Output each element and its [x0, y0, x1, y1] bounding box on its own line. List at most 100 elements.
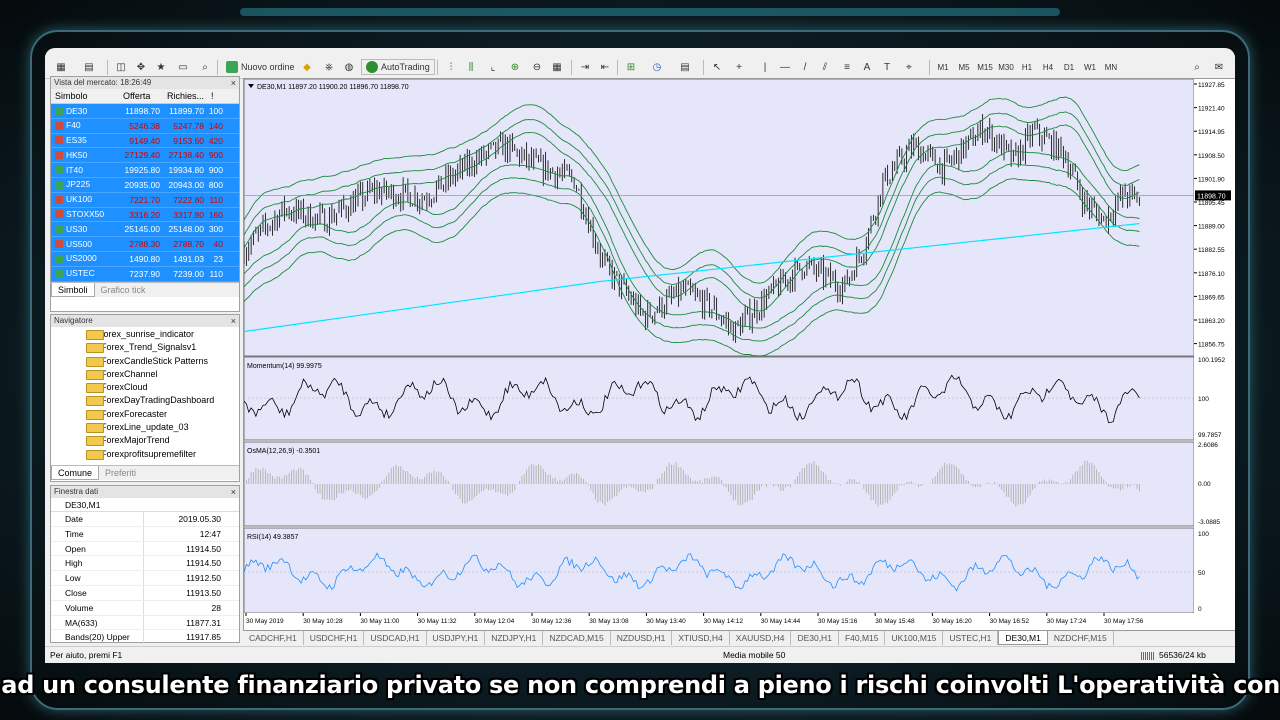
close-icon[interactable]: ×	[231, 77, 236, 89]
templates-icon[interactable]: ▤	[677, 59, 693, 75]
market-watch-row[interactable]: STOXX50 3316.20 3317.80 160	[51, 207, 239, 223]
ask-cell: 1491.03	[173, 253, 204, 264]
timeframe-d1[interactable]: D1	[1059, 59, 1079, 75]
timeframe-w1[interactable]: W1	[1080, 59, 1100, 75]
navigator-icon[interactable]: ✥	[133, 59, 149, 75]
tab-preferiti[interactable]: Preferiti	[99, 466, 142, 480]
chart-tab[interactable]: NZDJPY,H1	[485, 631, 544, 645]
market-watch-row[interactable]: USTEC 7237.90 7239.00 110	[51, 266, 239, 282]
tab-comune[interactable]: Comune	[51, 466, 100, 480]
navigator-item[interactable]: Forex_Trend_Signalsv1	[51, 341, 239, 354]
chart-pane	[244, 356, 1195, 441]
new-chart-icon[interactable]: ▦	[53, 59, 69, 75]
chart-shift-icon[interactable]: ⇥	[577, 59, 593, 75]
chart-window[interactable]: 11898.70 DE30,M1 11897.20 11900.20 11896.…	[243, 78, 1235, 632]
horizontal-line-icon[interactable]: —	[777, 59, 793, 75]
chart-tab[interactable]: NZDCAD,M15	[543, 631, 611, 645]
zoom-in-icon[interactable]: ⊕	[507, 59, 523, 75]
data-window-icon[interactable]: ★	[153, 59, 169, 75]
navigator-item[interactable]: ForexLine_update_03	[51, 421, 239, 434]
column-ask[interactable]: Richies...	[163, 89, 207, 103]
symbol-cell: HK50	[51, 148, 119, 162]
market-watch-row[interactable]: US500 2788.30 2788.70 40	[51, 237, 239, 252]
column-symbol[interactable]: Simbolo	[51, 89, 119, 103]
column-spread[interactable]: !	[207, 89, 225, 103]
navigator-item[interactable]: ForexMajorTrend	[51, 434, 239, 447]
metaeditor-icon[interactable]: ◆	[299, 59, 315, 75]
navigator-item[interactable]: ForexForecaster	[51, 408, 239, 421]
market-watch-row[interactable]: HK50 27129.40 27138.40 900	[51, 148, 239, 164]
navigator-item[interactable]: Forexprofitsupremefilter	[51, 448, 239, 461]
bar-chart-icon[interactable]: ⫶	[443, 59, 459, 75]
timeframe-m1[interactable]: M1	[933, 59, 953, 75]
chart-tab[interactable]: USTEC,H1	[943, 631, 999, 645]
status-bar: Per aiuto, premi F1 Media mobile 50 5653…	[45, 646, 1235, 663]
market-watch-row[interactable]: JP225 20935.00 20943.00 800	[51, 177, 239, 193]
text-icon[interactable]: A	[859, 59, 875, 75]
market-watch-row[interactable]: DE30 11898.70 11899.70 100	[51, 104, 239, 119]
search-icon[interactable]: ⌕	[1189, 59, 1205, 75]
shapes-icon[interactable]: ⌖	[901, 59, 917, 75]
chart-tab[interactable]: NZDCHF,M15	[1048, 631, 1114, 645]
navigator-item[interactable]: ForexCloud	[51, 381, 239, 394]
candlestick-icon[interactable]: ⫼	[463, 59, 479, 75]
channel-icon[interactable]: ⫽	[817, 59, 833, 75]
timeframe-m30[interactable]: M30	[996, 59, 1016, 75]
close-icon[interactable]: ×	[231, 315, 236, 327]
chart-tab[interactable]: DE30,M1	[998, 631, 1048, 645]
chart-tab[interactable]: CADCHF,H1	[243, 631, 304, 645]
terminal-icon[interactable]: ▭	[175, 59, 191, 75]
signals-icon[interactable]: ◍	[341, 59, 357, 75]
timeframe-mn[interactable]: MN	[1101, 59, 1121, 75]
timeframe-h1[interactable]: H1	[1017, 59, 1037, 75]
crosshair-icon[interactable]: +	[731, 59, 747, 75]
line-chart-icon[interactable]: ⌞	[485, 59, 501, 75]
cursor-icon[interactable]: ↖	[709, 59, 725, 75]
chart-tab[interactable]: DE30,H1	[791, 631, 839, 645]
tab-grafico-tick[interactable]: Grafico tick	[95, 283, 152, 297]
profiles-icon[interactable]: ▤	[81, 59, 97, 75]
zoom-out-icon[interactable]: ⊖	[529, 59, 545, 75]
chart-tab[interactable]: UK100,M15	[885, 631, 944, 645]
navigator-item[interactable]: ForexChannel	[51, 368, 239, 381]
chart-tab[interactable]: USDJPY,H1	[427, 631, 486, 645]
new-order-button[interactable]: Nuovo ordine	[221, 59, 300, 75]
market-watch-icon[interactable]: ◫	[113, 59, 129, 75]
chart-tab[interactable]: NZDUSD,H1	[611, 631, 673, 645]
tile-windows-icon[interactable]: ▦	[549, 59, 565, 75]
chart-tab[interactable]: USDCAD,H1	[364, 631, 427, 645]
chart-tab[interactable]: XAUUSD,H4	[730, 631, 792, 645]
navigator-item[interactable]: ForexCandleStick Patterns	[51, 355, 239, 368]
timeframe-m5[interactable]: M5	[954, 59, 974, 75]
label-icon[interactable]: T	[879, 59, 895, 75]
navigator-item[interactable]: ForexDayTradingDashboard	[51, 394, 239, 407]
arrow-down-icon	[55, 151, 63, 160]
data-window-row: Close 11913.50	[51, 585, 239, 601]
market-icon[interactable]: ⎈	[321, 59, 337, 75]
navigator-item[interactable]: forex_sunrise_indicator	[51, 328, 239, 341]
chart-tab[interactable]: XTIUSD,H4	[672, 631, 730, 645]
chart-tab[interactable]: F40,M15	[839, 631, 886, 645]
indicators-icon[interactable]: ⊞	[623, 59, 639, 75]
fibonacci-icon[interactable]: ≡	[839, 59, 855, 75]
timeframe-h4[interactable]: H4	[1038, 59, 1058, 75]
market-watch-row[interactable]: F40 5246.38 5247.78 140	[51, 118, 239, 134]
column-bid[interactable]: Offerta	[119, 89, 163, 103]
tester-icon[interactable]: ⌕	[197, 59, 213, 75]
chart-tab[interactable]: USDCHF,H1	[304, 631, 365, 645]
chat-icon[interactable]: ✉	[1211, 59, 1227, 75]
market-watch-row[interactable]: ES35 9149.40 9153.60 420	[51, 133, 239, 149]
market-watch-row[interactable]: UK100 7221.70 7222.80 110	[51, 192, 239, 208]
autoscroll-icon[interactable]: ⇤	[597, 59, 613, 75]
market-watch-row[interactable]: US30 25145.00 25148.00 300	[51, 222, 239, 238]
tab-simboli[interactable]: Simboli	[51, 283, 95, 297]
close-icon[interactable]: ×	[231, 486, 236, 498]
market-watch-row[interactable]: IT40 19925.80 19934.80 900	[51, 163, 239, 178]
autotrading-button[interactable]: AutoTrading	[361, 59, 435, 75]
vertical-line-icon[interactable]: |	[757, 59, 773, 75]
market-watch-row[interactable]: US2000 1490.80 1491.03 23	[51, 251, 239, 267]
periods-icon[interactable]: ◷	[649, 59, 665, 75]
price-chart[interactable]: 11898.70DE30,M1 11897.20 11900.20 11896.…	[244, 79, 1235, 632]
trendline-icon[interactable]: /	[797, 59, 813, 75]
timeframe-m15[interactable]: M15	[975, 59, 995, 75]
